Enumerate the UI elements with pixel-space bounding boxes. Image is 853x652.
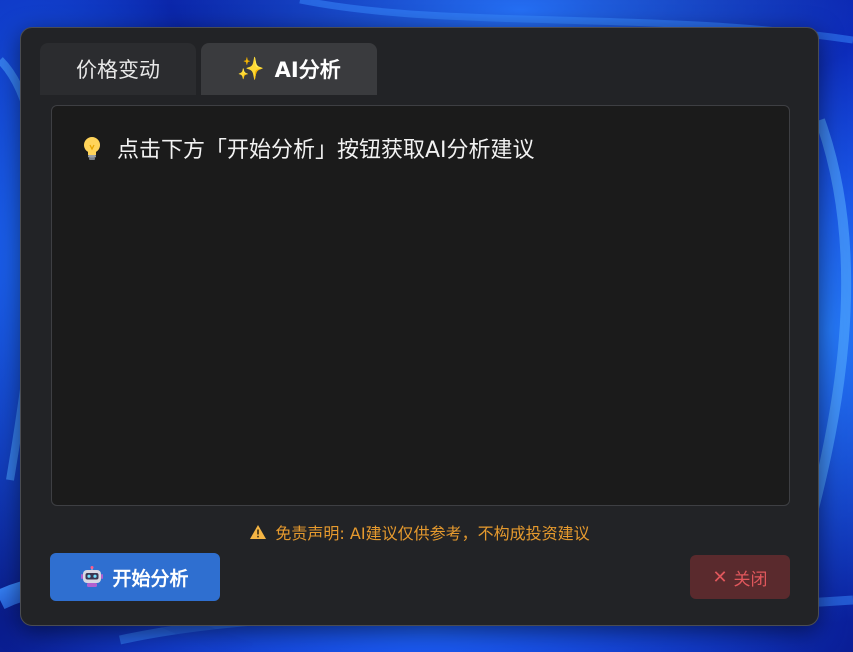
close-button[interactable]: ✕ 关闭 xyxy=(690,555,790,599)
close-icon: ✕ xyxy=(712,566,728,588)
start-analysis-label: 开始分析 xyxy=(112,567,189,590)
tab-bar: 价格变动 ✨ AI分析 xyxy=(40,43,377,95)
close-label: 关闭 xyxy=(733,569,768,590)
analysis-hint: 点击下方「开始分析」按钮获取AI分析建议 xyxy=(81,132,535,164)
warning-icon xyxy=(249,524,267,540)
disclaimer: 免责声明: AI建议仅供参考，不构成投资建议 xyxy=(21,520,818,544)
sparkles-icon: ✨ xyxy=(237,56,265,82)
analysis-hint-text: 点击下方「开始分析」按钮获取AI分析建议 xyxy=(117,138,535,163)
robot-icon xyxy=(81,566,104,588)
tab-ai-analysis[interactable]: ✨ AI分析 xyxy=(201,43,377,95)
analysis-content-panel: 点击下方「开始分析」按钮获取AI分析建议 xyxy=(51,105,790,506)
tab-price-change-label: 价格变动 xyxy=(76,58,160,82)
disclaimer-text: 免责声明: AI建议仅供参考，不构成投资建议 xyxy=(275,524,590,543)
tab-price-change[interactable]: 价格变动 xyxy=(40,43,196,95)
ai-analysis-dialog: 价格变动 ✨ AI分析 点击下方「开始分析」按钮获取AI分析建议 免责声明: A… xyxy=(20,27,819,626)
start-analysis-button[interactable]: 开始分析 xyxy=(50,553,220,601)
tab-ai-analysis-label: AI分析 xyxy=(274,58,341,82)
lightbulb-icon xyxy=(81,135,103,161)
